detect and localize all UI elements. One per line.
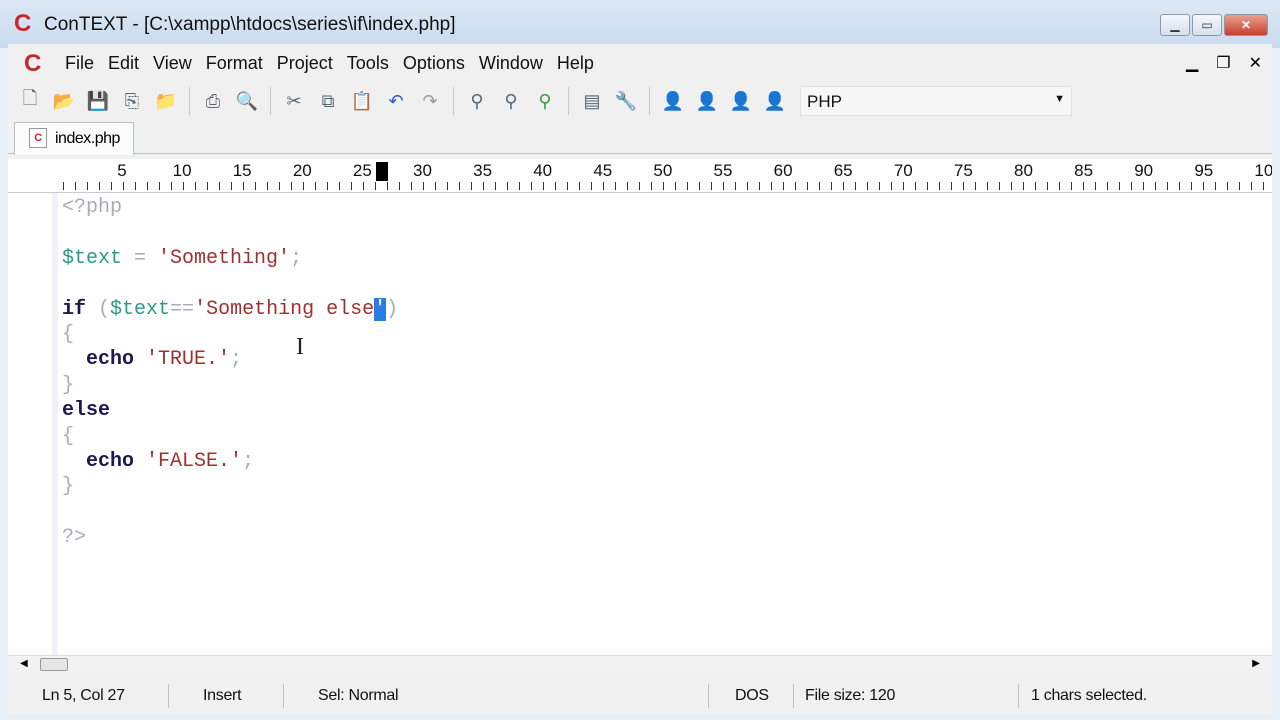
status-selection-mode: Sel: Normal	[318, 687, 399, 704]
ruler-number: 20	[292, 161, 312, 180]
ruler-number: 40	[533, 161, 553, 180]
status-mode: Insert	[203, 687, 242, 704]
status-selected-count: 1 chars selected.	[1031, 687, 1147, 704]
menu-project[interactable]: Project	[270, 53, 340, 74]
ruler-number: 65	[833, 161, 853, 180]
ruler-number: 70	[893, 161, 913, 180]
ruler-number: 85	[1074, 161, 1094, 180]
tab-label: index.php	[55, 130, 120, 147]
doc-close-button[interactable]: ✕	[1249, 53, 1262, 73]
scroll-right-icon[interactable]: ▶	[1252, 658, 1260, 669]
text-cursor-icon: I	[296, 334, 304, 360]
ruler-number: 30	[413, 161, 432, 180]
ruler-number: 5	[117, 161, 127, 180]
new-file-icon[interactable]: 🗋	[16, 87, 44, 115]
tab-bar: C index.php	[8, 122, 1272, 155]
find-next-icon[interactable]: ⚲	[497, 87, 525, 115]
copy-icon[interactable]: ⧉	[314, 87, 342, 115]
ruler: 5 10 15 20 25 30 35 40 45 50 55 60 65 70 75 80 85 90 95 10	[8, 159, 1272, 193]
minimize-button[interactable]: ▁	[1160, 14, 1190, 36]
selected-text: '	[374, 297, 387, 321]
menu-bar: C File Edit View Format Project Tools Op…	[8, 44, 1272, 82]
file-info-icon[interactable]: ▤	[578, 87, 606, 115]
ruler-number: 10	[172, 161, 192, 180]
ruler-number: 50	[653, 161, 673, 180]
ruler-number: 15	[232, 161, 252, 180]
save-icon[interactable]: 💾	[84, 87, 112, 115]
status-position: Ln 5, Col 27	[42, 687, 125, 704]
tab-index-php[interactable]: C index.php	[14, 122, 134, 155]
app-logo-icon: C	[14, 10, 32, 37]
doc-minimize-button[interactable]: ▁	[1186, 53, 1198, 73]
redo-icon[interactable]: ↷	[416, 87, 444, 115]
code-text[interactable]: <?php $text = 'Something'; if ($text=='S…	[62, 195, 398, 551]
window-title: ConTEXT - [C:\xampp\htdocs\series\if\ind…	[44, 14, 456, 35]
menu-format[interactable]: Format	[199, 53, 270, 74]
undo-icon[interactable]: ↶	[382, 87, 410, 115]
document-logo-icon[interactable]: C	[24, 50, 41, 78]
status-line-endings: DOS	[735, 687, 769, 704]
open-folder-icon[interactable]: 📁	[152, 87, 180, 115]
scroll-left-icon[interactable]: ◀	[20, 658, 28, 669]
status-bar: Ln 5, Col 27 Insert Sel: Normal DOS File…	[8, 682, 1272, 710]
replace-icon[interactable]: ⚲	[531, 87, 559, 115]
ruler-number: 80	[1014, 161, 1033, 180]
chevron-down-icon: ▼	[1054, 93, 1065, 105]
tools-icon[interactable]: 🔧	[612, 87, 640, 115]
ruler-number: 95	[1194, 161, 1214, 180]
menu-options[interactable]: Options	[396, 53, 472, 74]
ruler-number: 25	[352, 161, 372, 180]
menu-edit[interactable]: Edit	[101, 53, 146, 74]
user-4-icon[interactable]: 👤	[761, 87, 789, 115]
php-file-icon: C	[29, 128, 47, 148]
scrollbar-thumb[interactable]	[40, 658, 68, 671]
menu-view[interactable]: View	[146, 53, 199, 74]
menu-help[interactable]: Help	[550, 53, 601, 74]
toolbar: 🗋 📂 💾 ⎘ 📁 ⎙ 🔍 ✂ ⧉ 📋 ↶ ↷ ⚲ ⚲ ⚲ ▤ 🔧 👤 👤 👤 …	[16, 84, 789, 118]
user-2-icon[interactable]: 👤	[693, 87, 721, 115]
ruler-number: 45	[593, 161, 613, 180]
menu-tools[interactable]: Tools	[340, 53, 396, 74]
ruler-number: 10	[1254, 161, 1272, 180]
horizontal-scrollbar[interactable]: ◀ ▶	[8, 655, 1272, 672]
language-value: PHP	[807, 92, 842, 111]
maximize-button[interactable]: ▭	[1192, 14, 1222, 36]
print-icon[interactable]: ⎙	[199, 87, 227, 115]
doc-restore-button[interactable]: ❐	[1216, 53, 1230, 73]
cut-icon[interactable]: ✂	[280, 87, 308, 115]
menu-file[interactable]: File	[58, 53, 101, 74]
ruler-cursor-marker	[376, 162, 388, 181]
menu-window[interactable]: Window	[472, 53, 550, 74]
save-all-icon[interactable]: ⎘	[118, 87, 146, 115]
user-3-icon[interactable]: 👤	[727, 87, 755, 115]
status-file-size: File size: 120	[805, 687, 896, 704]
ruler-number: 55	[713, 161, 733, 180]
find-icon[interactable]: ⚲	[463, 87, 491, 115]
ruler-number: 75	[953, 161, 973, 180]
title-bar: C ConTEXT - [C:\xampp\htdocs\series\if\i…	[0, 0, 1280, 48]
open-icon[interactable]: 📂	[50, 87, 78, 115]
close-button[interactable]: ✕	[1224, 14, 1268, 36]
language-select[interactable]: PHP ▼	[800, 86, 1072, 116]
user-1-icon[interactable]: 👤	[659, 87, 687, 115]
paste-icon[interactable]: 📋	[348, 87, 376, 115]
print-preview-icon[interactable]: 🔍	[233, 87, 261, 115]
ruler-number: 60	[773, 161, 793, 180]
ruler-number: 35	[473, 161, 493, 180]
code-editor[interactable]: <?php $text = 'Something'; if ($text=='S…	[8, 193, 1272, 655]
ruler-number: 90	[1134, 161, 1154, 180]
